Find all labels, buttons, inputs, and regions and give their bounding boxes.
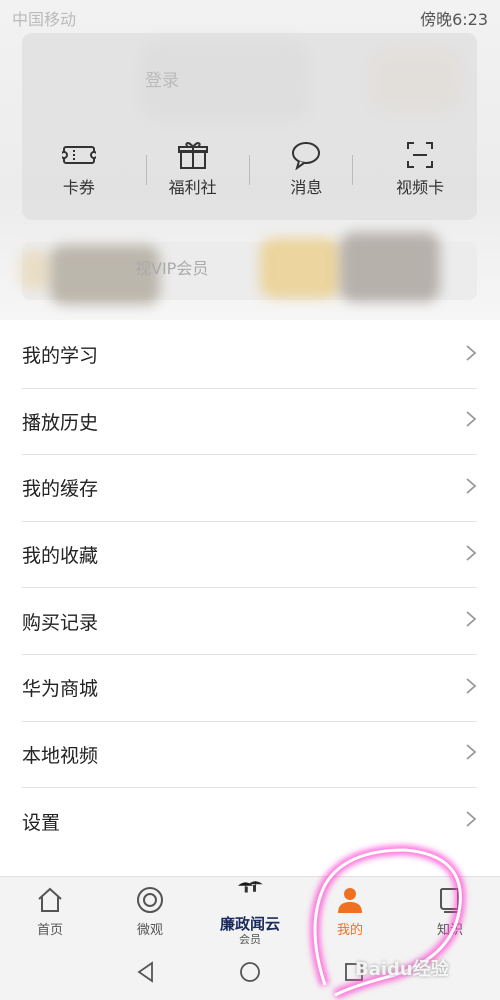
menu-item-local-video[interactable]: 本地视频 bbox=[22, 722, 477, 789]
circle-icon bbox=[137, 887, 163, 913]
home-icon bbox=[38, 887, 62, 912]
carrier-text: 中国移动 bbox=[12, 10, 77, 29]
member-logo bbox=[238, 881, 263, 893]
menu-item-purchases[interactable]: 购买记录 bbox=[22, 588, 477, 655]
gift-icon bbox=[177, 142, 208, 169]
menu-item-cache[interactable]: 我的缓存 bbox=[22, 455, 477, 522]
video-card-entry[interactable]: 视频卡 bbox=[363, 140, 477, 210]
bottom-tab-bar: 首页 微观 廉政闻云 会员 我的 知识 bbox=[0, 876, 500, 946]
menu-label: 我的缓存 bbox=[22, 478, 99, 501]
login-text[interactable]: 登录 bbox=[145, 66, 179, 91]
tab-home[interactable]: 首页 bbox=[0, 877, 100, 944]
scan-icon bbox=[407, 142, 434, 168]
tab-member[interactable]: 廉政闻云 会员 bbox=[200, 877, 300, 946]
blur-smear bbox=[340, 232, 440, 302]
tab-label: 首页 bbox=[36, 923, 63, 938]
tab-label: 知识 bbox=[436, 923, 463, 938]
person-icon bbox=[338, 888, 362, 913]
vip-banner-text: 视VIP会员 bbox=[135, 259, 209, 278]
book-icon bbox=[440, 888, 461, 913]
menu-item-favorites[interactable]: 我的收藏 bbox=[22, 522, 477, 589]
menu-label: 我的学习 bbox=[22, 345, 99, 368]
menu-label: 我的收藏 bbox=[22, 545, 99, 568]
tab-mine[interactable]: 我的 bbox=[300, 877, 400, 944]
menu-item-settings[interactable]: 设置 bbox=[22, 788, 477, 855]
welfare-entry[interactable]: 福利社 bbox=[136, 140, 250, 210]
message-icon bbox=[292, 142, 321, 170]
menu-label: 播放历史 bbox=[22, 411, 99, 434]
tab-label: 我的 bbox=[336, 923, 363, 938]
home-button-icon[interactable] bbox=[238, 960, 262, 984]
chevron-right-icon bbox=[465, 743, 477, 765]
chevron-right-icon bbox=[465, 610, 477, 632]
menu-item-history[interactable]: 播放历史 bbox=[22, 389, 477, 456]
menu-label: 华为商城 bbox=[22, 678, 99, 701]
ticket-icon bbox=[61, 146, 96, 164]
menu-list: 我的学习 播放历史 我的缓存 我的收藏 购买记录 华为商城 本地视频 设置 bbox=[22, 322, 477, 855]
coupon-entry[interactable]: 卡券 bbox=[22, 140, 136, 210]
message-label: 消息 bbox=[290, 178, 323, 197]
chevron-right-icon bbox=[465, 677, 477, 699]
status-time: 傍晚6:23 bbox=[420, 10, 488, 29]
menu-item-study[interactable]: 我的学习 bbox=[22, 322, 477, 389]
welfare-label: 福利社 bbox=[168, 178, 217, 197]
tab-micro[interactable]: 微观 bbox=[100, 877, 200, 944]
chevron-right-icon bbox=[465, 810, 477, 832]
chevron-right-icon bbox=[465, 410, 477, 432]
menu-label: 购买记录 bbox=[22, 611, 99, 634]
chevron-right-icon bbox=[465, 344, 477, 366]
divider bbox=[249, 155, 250, 185]
watermark: Baidu经验 bbox=[355, 959, 449, 980]
divider bbox=[146, 155, 147, 185]
blur-smear bbox=[260, 238, 340, 298]
back-icon[interactable] bbox=[134, 960, 158, 984]
tab-knowledge[interactable]: 知识 bbox=[400, 877, 500, 944]
chevron-right-icon bbox=[465, 544, 477, 566]
menu-label: 设置 bbox=[22, 811, 61, 834]
tab-label: 微观 bbox=[136, 923, 163, 938]
blur-smear bbox=[20, 250, 50, 290]
divider bbox=[352, 155, 353, 185]
video-card-label: 视频卡 bbox=[396, 178, 445, 197]
menu-item-huawei-store[interactable]: 华为商城 bbox=[22, 655, 477, 722]
chevron-right-icon bbox=[465, 477, 477, 499]
coupon-label: 卡券 bbox=[62, 178, 95, 197]
menu-label: 本地视频 bbox=[22, 744, 99, 767]
message-entry[interactable]: 消息 bbox=[250, 140, 364, 210]
status-bar: 中国移动 傍晚6:23 bbox=[0, 0, 500, 32]
